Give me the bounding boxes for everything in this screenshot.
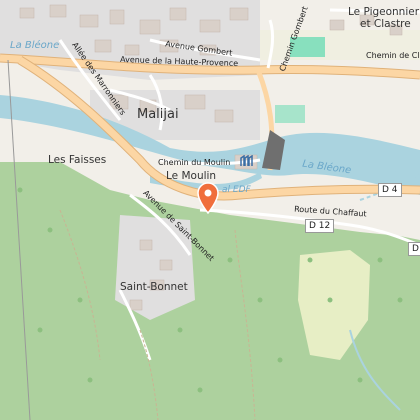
sports-field-2	[275, 105, 305, 123]
shield-d-edge: D	[408, 242, 420, 256]
label-la-bleone-west: La Bléone	[10, 40, 60, 51]
map-pin-icon[interactable]	[196, 182, 220, 214]
pumping-station-icon	[240, 155, 253, 166]
label-saint-bonnet: Saint-Bonnet	[120, 281, 188, 293]
shield-d12: D 12	[305, 219, 335, 233]
label-canal-edf: al EDF	[222, 185, 251, 195]
map-canvas[interactable]: Malijai Les Faisses Le Moulin Saint-Bonn…	[0, 0, 420, 420]
label-le-moulin: Le Moulin	[166, 170, 217, 182]
label-et-clastre: et Clastre	[360, 18, 411, 30]
label-le-pigeonnier: Le Pigeonnier	[348, 6, 420, 18]
label-les-faisses: Les Faisses	[48, 154, 107, 166]
label-chemin-du-moulin: Chemin du Moulin	[158, 158, 231, 167]
label-chemin-clastre: Chemin de Clastre	[366, 51, 420, 60]
label-malijai: Malijai	[137, 107, 179, 122]
shield-d4: D 4	[378, 183, 402, 197]
